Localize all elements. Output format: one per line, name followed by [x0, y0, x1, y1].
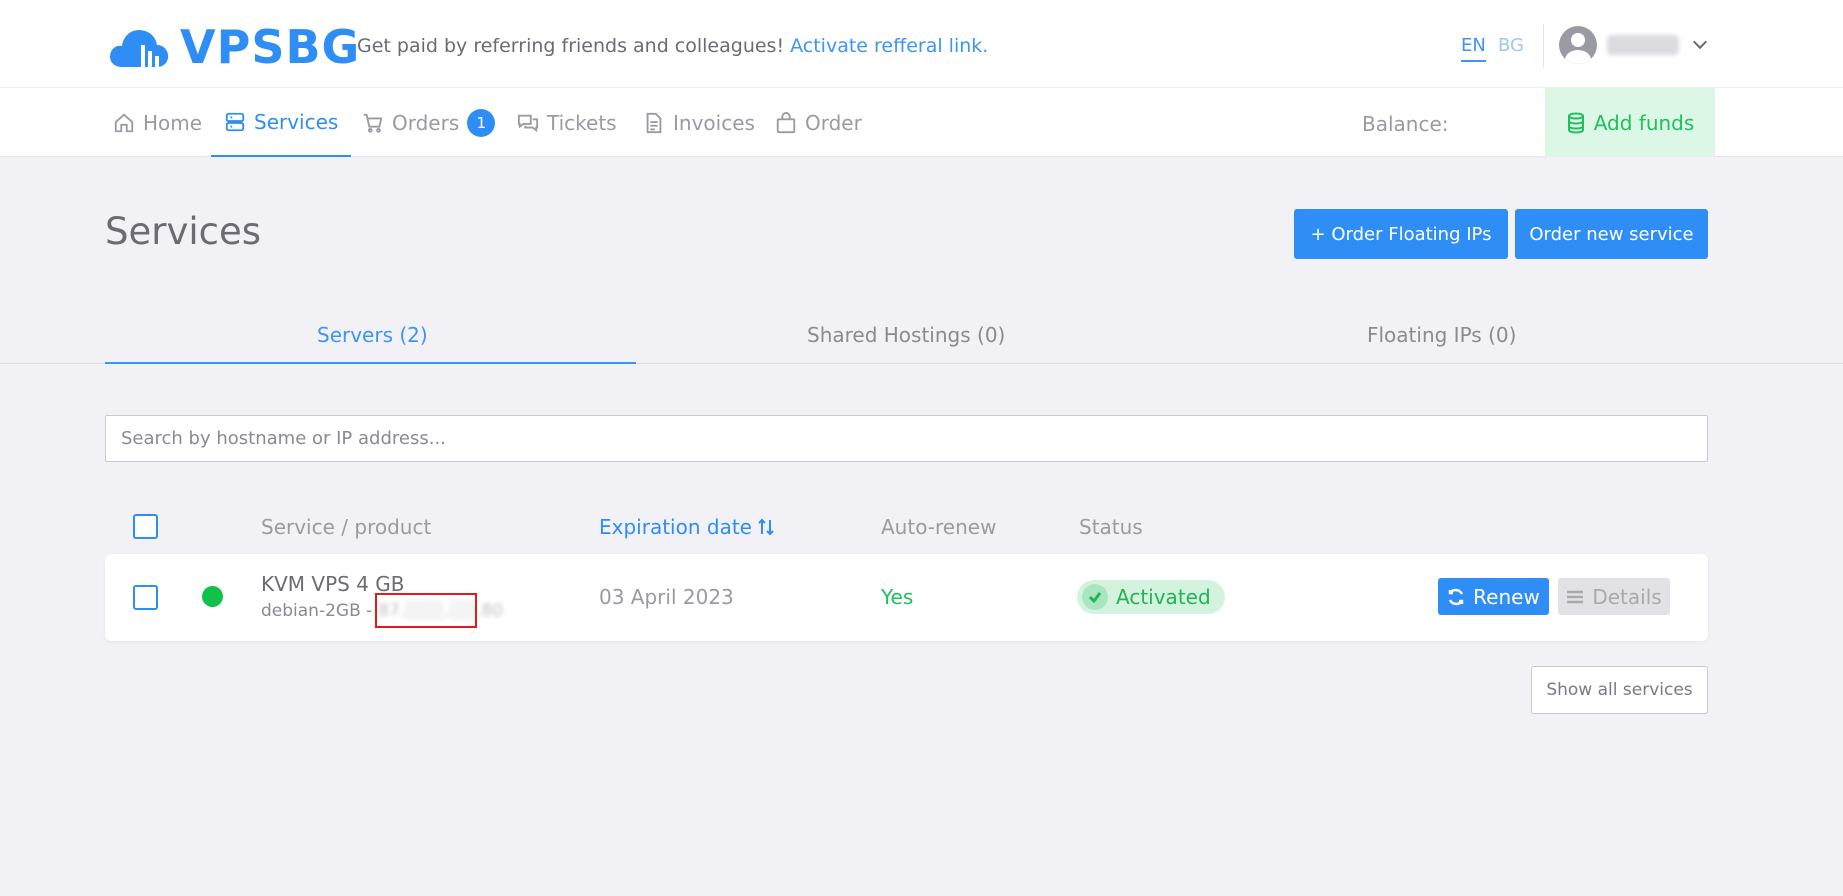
- nav-orders[interactable]: Orders 1: [362, 88, 496, 157]
- chat-icon: [517, 114, 539, 132]
- online-status-dot: [202, 586, 223, 607]
- username-redacted: [1607, 35, 1679, 55]
- page-title: Services: [105, 210, 262, 253]
- nav-services-label: Services: [254, 109, 339, 134]
- col-status: Status: [1079, 515, 1143, 539]
- main-nav: Home Services Orders 1 Tickets Invoices …: [0, 88, 1843, 157]
- add-funds-button[interactable]: Add funds: [1545, 88, 1715, 157]
- order-floating-ips-button[interactable]: + Order Floating IPs: [1294, 209, 1508, 259]
- referral-banner: Get paid by referring friends and collea…: [357, 35, 988, 57]
- nav-order-label: Order: [805, 110, 862, 135]
- header-divider: [1543, 24, 1544, 68]
- avatar-icon: [1559, 26, 1597, 64]
- order-new-service-button[interactable]: Order new service: [1515, 209, 1708, 259]
- nav-home-label: Home: [143, 110, 203, 135]
- menu-lines-icon: [1567, 590, 1584, 603]
- nav-services[interactable]: Services: [211, 88, 352, 157]
- nav-invoices-label: Invoices: [673, 110, 755, 135]
- sort-icon: [758, 518, 774, 536]
- show-all-services-button[interactable]: Show all services: [1531, 666, 1708, 714]
- renew-button[interactable]: Renew: [1438, 578, 1549, 615]
- document-icon: [646, 112, 662, 133]
- server-icon: [225, 112, 245, 131]
- highlight-box: [375, 593, 477, 628]
- nav-orders-label: Orders: [392, 110, 460, 135]
- database-icon: [1567, 112, 1584, 134]
- add-funds-label: Add funds: [1593, 110, 1695, 135]
- hostname-text: debian-2GB -: [261, 601, 373, 621]
- col-auto-renew: Auto-renew: [881, 515, 997, 539]
- col-expiration-label: Expiration date: [599, 515, 752, 539]
- cloud-logo-icon: [110, 30, 169, 67]
- referral-text: Get paid by referring friends and collea…: [357, 35, 785, 57]
- orders-count-badge: 1: [467, 108, 496, 137]
- balance-label: Balance:: [1362, 112, 1449, 136]
- nav-order[interactable]: Order: [775, 88, 862, 157]
- active-tab-indicator: [105, 362, 636, 364]
- col-expiration-date[interactable]: Expiration date: [599, 515, 774, 539]
- nav-home[interactable]: Home: [113, 88, 202, 157]
- col-service-product: Service / product: [261, 515, 432, 539]
- cart-icon: [363, 113, 383, 133]
- nav-tickets[interactable]: Tickets: [517, 88, 617, 157]
- tab-shared-hostings[interactable]: Shared Hostings (0): [807, 323, 1005, 347]
- logo[interactable]: VPSBG: [108, 20, 360, 74]
- refresh-icon: [1448, 588, 1464, 605]
- search-input[interactable]: [105, 415, 1708, 462]
- activate-referral-link[interactable]: Activate refferal link.: [790, 35, 988, 57]
- chevron-down-icon: [1692, 34, 1708, 50]
- expiration-date: 03 April 2023: [599, 585, 734, 609]
- user-menu[interactable]: [1559, 26, 1708, 64]
- auto-renew-value: Yes: [881, 585, 914, 609]
- top-bar: VPSBG Get paid by referring friends and …: [0, 0, 1843, 88]
- nav-tickets-label: Tickets: [547, 110, 617, 135]
- home-icon: [114, 113, 134, 132]
- tab-floating-ips[interactable]: Floating IPs (0): [1367, 323, 1516, 347]
- tab-servers[interactable]: Servers (2): [317, 323, 428, 347]
- status-badge: Activated: [1077, 580, 1225, 614]
- row-select-checkbox[interactable]: [133, 585, 158, 610]
- status-label: Activated: [1116, 585, 1211, 609]
- lang-en-link[interactable]: EN: [1461, 35, 1486, 62]
- renew-label: Renew: [1473, 584, 1540, 609]
- nav-invoices[interactable]: Invoices: [643, 88, 755, 157]
- select-all-checkbox[interactable]: [133, 514, 158, 539]
- bag-icon: [776, 111, 796, 133]
- details-label: Details: [1592, 584, 1662, 609]
- lang-bg-link[interactable]: BG: [1498, 35, 1524, 56]
- details-button[interactable]: Details: [1558, 578, 1670, 615]
- brand-name: VPSBG: [180, 20, 361, 74]
- check-icon: [1082, 584, 1108, 610]
